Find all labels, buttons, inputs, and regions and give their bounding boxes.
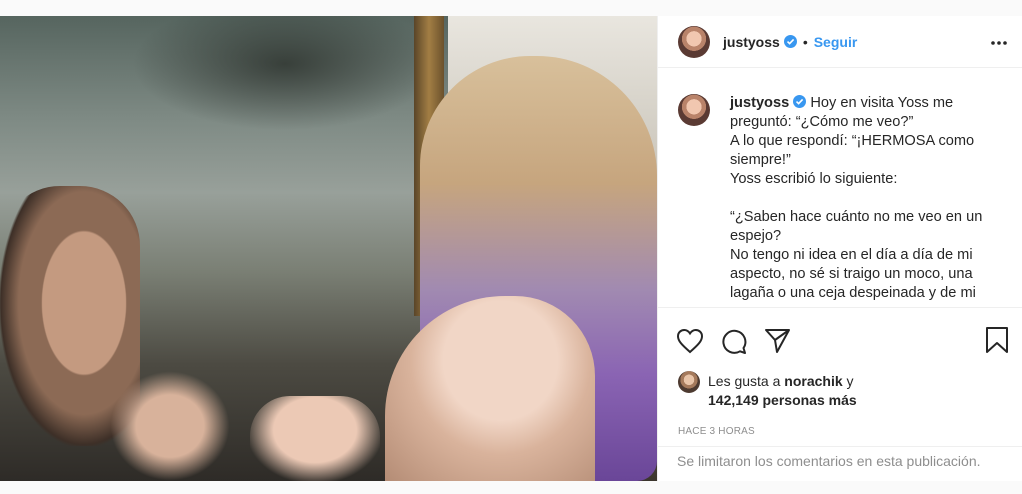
likes-text: Les gusta a norachik y 142,149 personas … (708, 373, 857, 408)
foliage-shadow (120, 16, 420, 136)
post-header: justyoss • Seguir (658, 16, 1022, 68)
caption-line: justyoss Hoy en visita Yoss me (730, 95, 954, 111)
author-avatar[interactable] (678, 25, 710, 58)
likes-summary: Les gusta a norachik y 142,149 personas … (678, 371, 857, 410)
comment-icon[interactable] (720, 328, 747, 360)
verified-badge-icon (793, 95, 807, 108)
follow-button[interactable]: Seguir (814, 34, 858, 50)
caption-area: justyoss Hoy en visita Yoss me preguntó:… (658, 68, 1022, 307)
caption-line: “¿Saben hace cuánto no me veo en un (730, 209, 983, 225)
bookmark-icon[interactable] (985, 326, 1009, 359)
caption-line: Yoss escribió lo siguiente: (730, 171, 898, 187)
caption-line: siempre!” (730, 152, 791, 168)
comments-disabled-notice: Se limitaron los comentarios en esta pub… (658, 446, 1022, 482)
post-side-panel: justyoss • Seguir justyoss Hoy en visita… (657, 16, 1022, 481)
reflected-hands (110, 371, 230, 481)
caption-line: espejo? (730, 228, 782, 244)
caption-line: preguntó: “¿Cómo me veo?” (730, 114, 914, 130)
caption-line: No tengo ni idea en el día a día de mi (730, 247, 973, 263)
caption-username[interactable]: justyoss (730, 95, 789, 111)
caption-line: aspecto, no sé si traigo un moco, una (730, 266, 973, 282)
caption-line: A lo que respondí: “¡HERMOSA como (730, 133, 975, 149)
caption-author-avatar[interactable] (678, 94, 710, 126)
heart-icon[interactable] (676, 328, 704, 359)
caption-text: justyoss Hoy en visita Yoss me preguntó:… (730, 94, 1009, 307)
actions-area: Les gusta a norachik y 142,149 personas … (658, 307, 1022, 481)
likes-count-link[interactable]: 142,149 personas más (708, 392, 857, 408)
separator-dot: • (802, 33, 808, 50)
liker-avatar[interactable] (678, 371, 700, 393)
hands (250, 396, 380, 481)
more-options-icon[interactable] (991, 32, 1007, 50)
post-timestamp[interactable]: HACE 3 HORAS (678, 426, 755, 437)
verified-badge-icon (783, 35, 797, 48)
post-image[interactable] (0, 16, 657, 481)
author-username[interactable]: justyoss (723, 34, 780, 50)
liker-username[interactable]: norachik (784, 373, 842, 389)
share-icon[interactable] (764, 328, 791, 359)
caption-line: lagaña o una ceja despeinada y de mi (730, 285, 976, 301)
caption-line (730, 189, 1009, 208)
